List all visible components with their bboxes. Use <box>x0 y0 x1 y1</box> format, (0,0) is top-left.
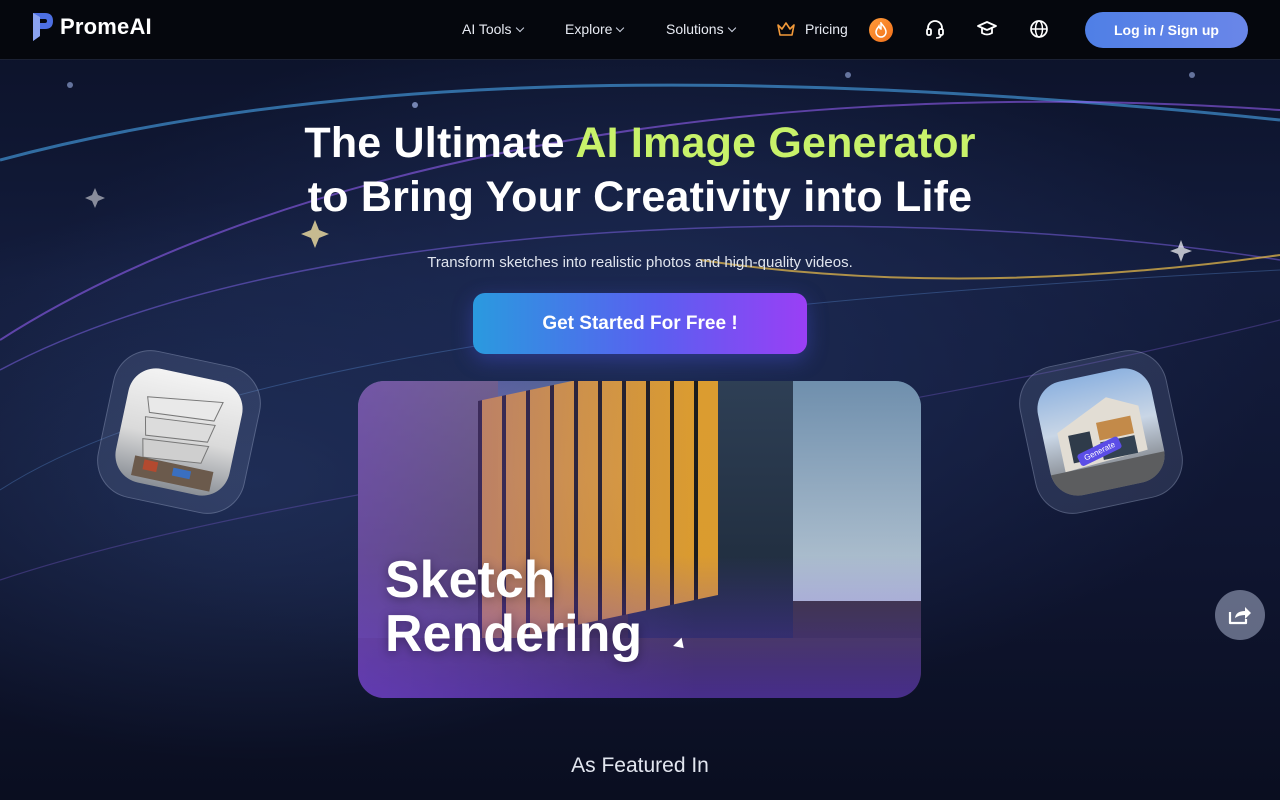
card-title: Sketch Rendering <box>385 553 642 661</box>
sketch-rendering-showcase[interactable]: Sketch Rendering <box>358 381 921 698</box>
nav-solutions-label: Solutions <box>666 21 724 37</box>
headline-accent: AI Image Generator <box>575 119 976 167</box>
graduation-cap-icon[interactable] <box>976 18 998 40</box>
headset-icon[interactable] <box>924 18 946 40</box>
login-signup-button[interactable]: Log in / Sign up <box>1085 12 1248 48</box>
card-title-line-1: Sketch <box>385 551 556 609</box>
globe-icon[interactable] <box>1028 18 1050 40</box>
featured-in-heading: As Featured In <box>571 754 709 777</box>
top-navbar: PromeAI AI Tools Explore Solutions Prici… <box>0 0 1280 60</box>
share-button[interactable] <box>1215 590 1265 640</box>
crown-icon <box>777 22 795 36</box>
share-icon <box>1228 607 1251 625</box>
hero-subtitle: Transform sketches into realistic photos… <box>427 254 853 271</box>
chevron-down-icon <box>515 23 524 32</box>
hero-headline: The Ultimate AI Image Generator to Bring… <box>0 116 1280 224</box>
nav-solutions[interactable]: Solutions <box>666 21 736 37</box>
headline-part1: The Ultimate <box>304 119 576 167</box>
headline-line-2: to Bring Your Creativity into Life <box>307 173 973 221</box>
card-title-line-2: Rendering <box>385 605 643 663</box>
headline-line-1: The Ultimate AI Image Generator <box>0 116 1280 170</box>
fire-icon[interactable] <box>869 18 893 42</box>
nav-pricing[interactable]: Pricing <box>776 21 848 37</box>
brand-name: PromeAI <box>60 14 152 39</box>
nav-explore[interactable]: Explore <box>565 21 625 37</box>
chevron-down-icon <box>727 23 736 32</box>
sketch-building-image <box>110 363 248 501</box>
nav-ai-tools[interactable]: AI Tools <box>462 21 524 37</box>
chevron-down-icon <box>616 23 625 32</box>
nav-ai-tools-label: AI Tools <box>462 21 512 37</box>
nav-pricing-label: Pricing <box>805 21 848 37</box>
nav-explore-label: Explore <box>565 21 613 37</box>
brand-logo[interactable]: PromeAI <box>31 11 152 43</box>
get-started-button[interactable]: Get Started For Free ! <box>473 293 807 354</box>
rendered-house-image: Generate <box>1032 363 1170 501</box>
logo-icon <box>33 13 53 41</box>
